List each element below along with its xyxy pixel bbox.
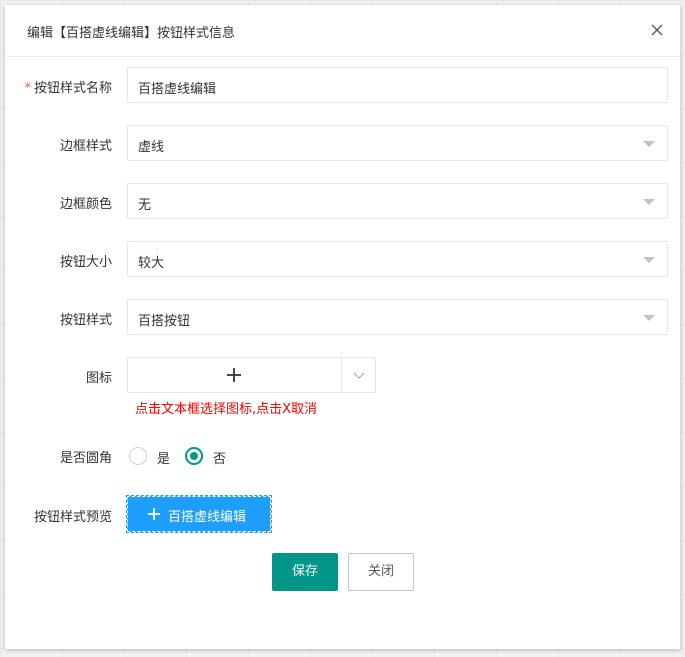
icon-picker-input[interactable] [127,357,376,393]
button-style-value: 百搭按钮 [138,314,191,329]
edit-button-style-dialog: 编辑【百搭虚线编辑】按钮样式信息 * 按钮样式名称 百搭虚线编辑 边框样式 虚线 … [5,5,680,649]
rounded-label: 是否圆角 [59,451,112,466]
plus-icon [148,508,160,520]
preview-label: 按钮样式预览 [33,510,112,525]
border-color-select[interactable]: 无 [127,183,668,219]
button-size-label: 按钮大小 [59,255,112,270]
save-button[interactable]: 保存 [272,553,338,591]
radio-rounded-no[interactable] [185,447,203,465]
dialog-header: 编辑【百搭虚线编辑】按钮样式信息 [5,5,680,57]
plus-icon [227,368,241,382]
button-style-select[interactable]: 百搭按钮 [127,299,668,335]
caret-down-icon [643,141,655,147]
style-name-label-text: 按钮样式名称 [33,81,112,96]
caret-down-icon [643,315,655,321]
button-style-label: 按钮样式 [59,313,112,328]
caret-down-icon [643,199,655,205]
caret-down-icon [643,257,655,263]
picker-divider [341,358,342,392]
required-mark: * [24,81,31,96]
border-style-label: 边框样式 [59,139,112,154]
radio-no-label[interactable]: 否 [213,448,226,467]
close-icon[interactable] [650,23,664,37]
style-name-label: * 按钮样式名称 [0,77,112,96]
chevron-down-icon[interactable] [353,370,365,380]
radio-dot [190,452,198,460]
style-name-input[interactable]: 百搭虚线编辑 [127,67,668,103]
icon-label: 图标 [85,371,112,386]
close-button[interactable]: 关闭 [348,553,414,591]
button-size-value: 较大 [138,256,165,271]
border-color-value: 无 [138,198,152,213]
radio-rounded-yes[interactable] [129,447,147,465]
dialog-title: 编辑【百搭虚线编辑】按钮样式信息 [27,26,236,41]
border-style-select[interactable]: 虚线 [127,125,668,161]
border-color-label: 边框颜色 [59,197,112,212]
radio-yes-label[interactable]: 是 [157,448,170,467]
preview-button[interactable]: 百搭虚线编辑 [126,495,272,533]
icon-hint: 点击文本框选择图标,点击X取消 [135,402,318,417]
button-size-select[interactable]: 较大 [127,241,668,277]
preview-button-text: 百搭虚线编辑 [168,510,247,525]
border-style-value: 虚线 [138,140,165,155]
style-name-value: 百搭虚线编辑 [138,82,217,97]
